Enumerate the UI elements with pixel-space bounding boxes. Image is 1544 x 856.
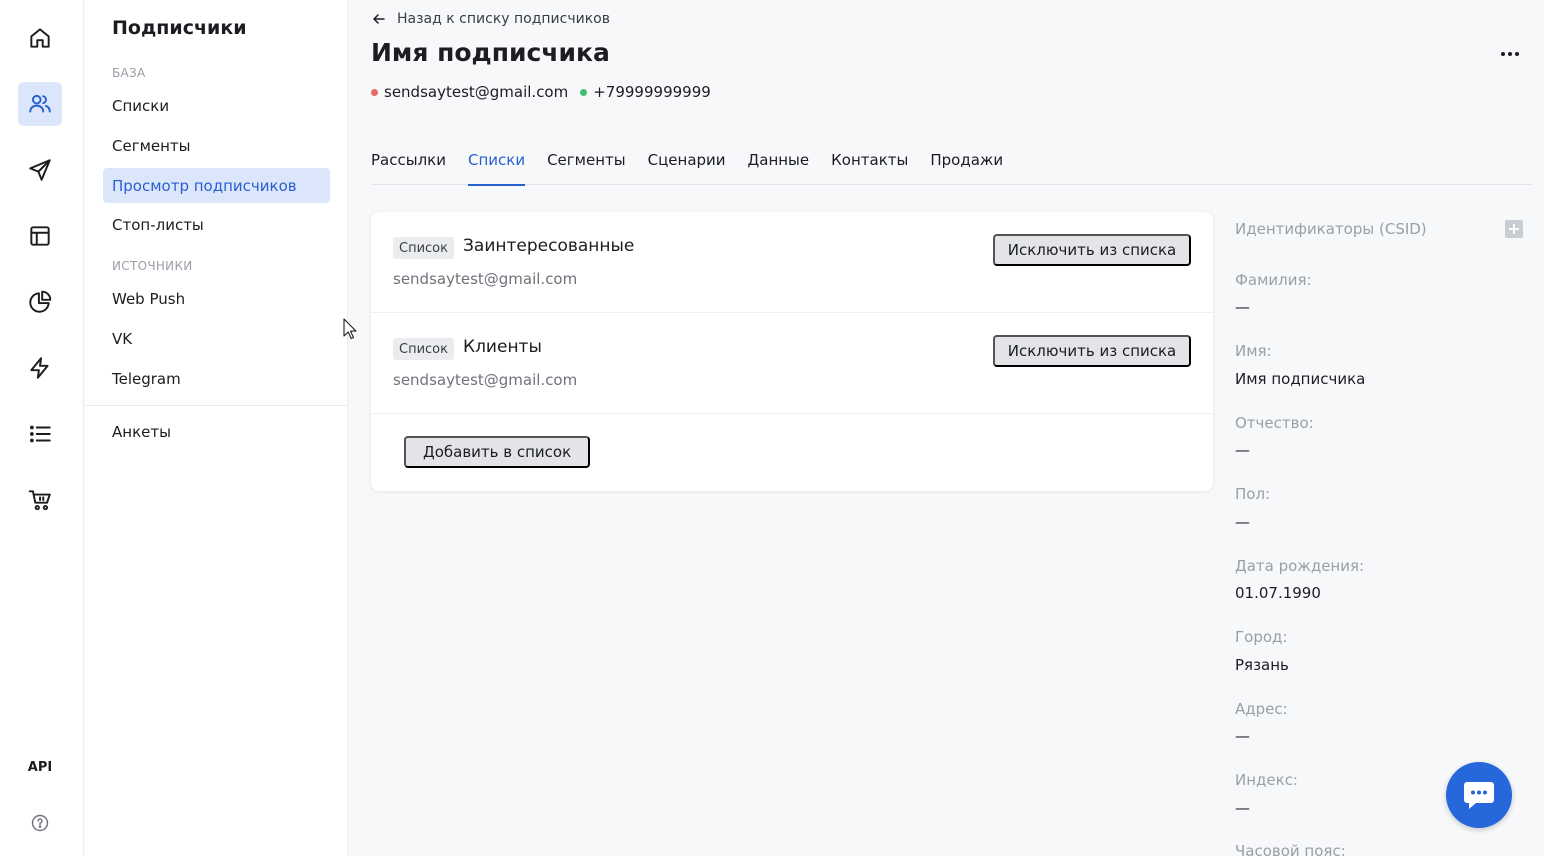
contact-summary: sendsaytest@gmail.com +79999999999 xyxy=(371,82,723,102)
tab-data[interactable]: Данные xyxy=(748,148,810,185)
cart-icon[interactable] xyxy=(18,478,62,522)
field-label-city: Город: xyxy=(1235,628,1288,646)
group-label-sources: ИСТОЧНИКИ xyxy=(112,259,193,273)
sidebar-item-vk[interactable]: VK xyxy=(103,321,330,356)
list-item: Список Клиенты sendsaytest@gmail.com Иск… xyxy=(371,313,1213,414)
sidebar-item-telegram[interactable]: Telegram xyxy=(103,361,330,396)
list-email: sendsaytest@gmail.com xyxy=(393,371,578,389)
list-badge: Список xyxy=(393,237,454,259)
field-value-birth-date: 01.07.1990 xyxy=(1235,584,1321,602)
home-icon[interactable] xyxy=(18,16,62,60)
lists-card: Список Заинтересованные sendsaytest@gmai… xyxy=(371,212,1213,491)
tab-sales[interactable]: Продажи xyxy=(930,148,1003,185)
sidebar-item-lists[interactable]: Списки xyxy=(103,88,330,123)
divider xyxy=(85,405,348,406)
field-value-zip: — xyxy=(1235,799,1250,817)
field-value-last-name: — xyxy=(1235,298,1250,316)
field-value-first-name: Имя подписчика xyxy=(1235,370,1366,388)
send-icon[interactable] xyxy=(18,148,62,192)
tab-segments[interactable]: Сегменты xyxy=(547,148,626,185)
page-title: Имя подписчика xyxy=(371,38,610,67)
field-value-address: — xyxy=(1235,727,1250,745)
arrow-left-icon xyxy=(373,14,385,24)
list-item: Список Заинтересованные sendsaytest@gmai… xyxy=(371,212,1213,313)
field-value-city: Рязань xyxy=(1235,656,1289,674)
exclude-from-list-button[interactable]: Исключить из списка xyxy=(993,234,1191,266)
field-label-last-name: Фамилия: xyxy=(1235,271,1312,289)
sidebar-item-view-subscribers[interactable]: Просмотр подписчиков xyxy=(103,168,330,203)
phone-status-dot xyxy=(580,88,588,96)
sidebar-item-segments[interactable]: Сегменты xyxy=(103,128,330,163)
back-link-label: Назад к списку подписчиков xyxy=(397,11,610,27)
email-contact: sendsaytest@gmail.com xyxy=(371,83,568,101)
field-label-first-name: Имя: xyxy=(1235,342,1272,360)
chat-bubble-icon xyxy=(1464,782,1494,809)
back-link[interactable]: Назад к списку подписчиков xyxy=(371,10,610,28)
list-icon[interactable] xyxy=(18,412,62,456)
email-status-dot xyxy=(371,88,378,96)
section-title: Подписчики xyxy=(112,17,247,39)
help-icon[interactable] xyxy=(30,813,50,833)
list-name: Клиенты xyxy=(463,337,542,357)
pie-chart-icon[interactable] xyxy=(18,280,62,324)
more-menu-icon[interactable] xyxy=(1495,44,1525,64)
users-icon[interactable] xyxy=(18,82,62,126)
tab-contacts[interactable]: Контакты xyxy=(831,148,908,185)
field-label-birth-date: Дата рождения: xyxy=(1235,557,1365,575)
field-label-zip: Индекс: xyxy=(1235,771,1298,789)
phone-value: +79999999999 xyxy=(593,83,711,101)
icon-rail: API xyxy=(0,0,84,856)
exclude-from-list-button[interactable]: Исключить из списка xyxy=(993,335,1191,367)
chat-widget-button[interactable] xyxy=(1446,762,1512,828)
tab-bar: Рассылки Списки Сегменты Сценарии Данные… xyxy=(371,148,1533,186)
list-name: Заинтересованные xyxy=(463,236,635,256)
field-label-address: Адрес: xyxy=(1235,700,1288,718)
tab-scenarios[interactable]: Сценарии xyxy=(648,148,726,185)
api-link[interactable]: API xyxy=(18,760,62,775)
sidebar-item-forms[interactable]: Анкеты xyxy=(103,414,330,449)
group-label-base: БАЗА xyxy=(112,66,146,80)
field-value-patronymic: — xyxy=(1235,441,1250,459)
tab-mailings[interactable]: Рассылки xyxy=(371,148,446,185)
field-value-gender: — xyxy=(1235,513,1250,531)
layout-icon[interactable] xyxy=(18,214,62,258)
list-badge: Список xyxy=(393,338,454,360)
field-label-gender: Пол: xyxy=(1235,485,1271,503)
field-label-timezone: Часовой пояс: xyxy=(1235,842,1346,856)
add-to-list-button[interactable]: Добавить в список xyxy=(404,436,591,468)
phone-contact: +79999999999 xyxy=(580,83,711,101)
sidebar-item-stop-lists[interactable]: Стоп-листы xyxy=(103,207,330,242)
csid-label: Идентификаторы (CSID) xyxy=(1235,220,1427,238)
section-sidebar: Подписчики БАЗА Списки Сегменты Просмотр… xyxy=(85,0,348,856)
sidebar-item-web-push[interactable]: Web Push xyxy=(103,281,330,316)
lightning-icon[interactable] xyxy=(18,346,62,390)
tab-lists[interactable]: Списки xyxy=(467,148,526,186)
mouse-cursor-icon xyxy=(343,318,357,340)
add-csid-icon[interactable]: + xyxy=(1505,220,1523,238)
email-value: sendsaytest@gmail.com xyxy=(384,83,569,101)
field-label-patronymic: Отчество: xyxy=(1235,414,1314,432)
list-email: sendsaytest@gmail.com xyxy=(393,270,578,288)
